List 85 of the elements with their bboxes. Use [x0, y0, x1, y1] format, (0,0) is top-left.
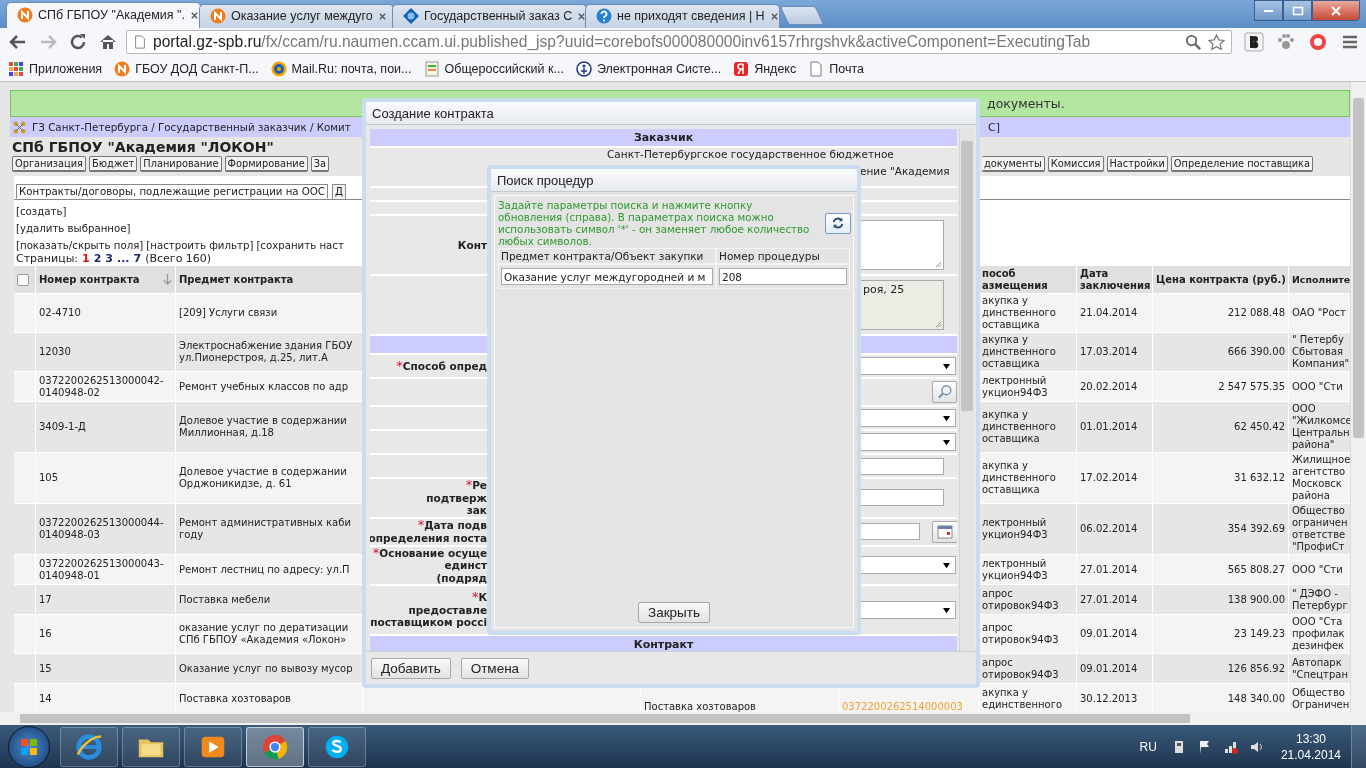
table-cell: Электроснабжение здания ГБОУ ул.Пионерстроя, д.25, лит.А — [179, 340, 353, 364]
url-text: portal.gz-spb.ru/fx/ccam/ru.naumen.ccam.ui.published_jsp?uuid=corebofs000080000inv6157rhrgshvk&activeComponent=ExecutingTab — [153, 33, 1092, 52]
table-cell: акупка у динственного оставщика — [982, 334, 1056, 370]
table-cell: " ДЭФО - Петербург — [1292, 587, 1348, 612]
field-label: *К предоставле поставщиком россі — [370, 591, 487, 629]
customer-name: ение "Академия — [860, 164, 950, 179]
table-cell: 105 — [39, 472, 59, 484]
field-label: *Ре подтверж зак — [426, 479, 487, 517]
table-cell: 20.02.2014 — [1080, 380, 1138, 393]
table-cell: 17 — [39, 593, 52, 606]
dialog-title: Создание контракта — [372, 105, 494, 121]
table-cell: 565 808.27 — [1227, 563, 1285, 576]
table-cell: 2 547 575.35 — [1218, 380, 1285, 393]
table-cell: 09.01.2014 — [1080, 662, 1138, 675]
pager-label: Страницы: — [16, 252, 79, 265]
table-cell: лектронный укцион94Ф3 — [982, 557, 1048, 582]
table-cell: 126 856.92 — [1227, 662, 1285, 675]
table-cell: 21.04.2014 — [1080, 307, 1138, 319]
table-cell: 09.01.2014 — [1080, 628, 1138, 640]
table-cell: 23 149.23 — [1234, 628, 1285, 640]
table-cell: 212 088.48 — [1227, 307, 1285, 319]
table-cell: 27.01.2014 — [1080, 593, 1138, 606]
table-cell: лектронный укцион94Ф3 — [982, 374, 1048, 399]
table-cell: 30.12.2013 — [1080, 692, 1138, 705]
table-cell: ООО "Ста профилак дезинфек — [1292, 616, 1345, 652]
table-cell: 31 632.12 — [1234, 472, 1285, 484]
table-cell: Поставка хозтоваров — [644, 701, 756, 712]
table-cell: 14 — [39, 692, 52, 705]
table-cell: 27.01.2014 — [1080, 563, 1138, 576]
field-label: *Основание осуще единст (подряд — [372, 546, 487, 584]
table-cell: 666 390.00 — [1227, 346, 1285, 358]
table-cell: акупка у динственного оставщика — [982, 460, 1056, 496]
table-cell: Ремонт административных каби году — [179, 517, 351, 541]
section-title: Контракт — [633, 638, 694, 651]
table-cell: Жилищное агентство Московск района — [1292, 454, 1350, 502]
table-cell: ООО "Сти — [1292, 380, 1343, 393]
hint-text: Задайте параметры поиска и нажмите кнопку обновления (справа). В параметрах поиска можно использовать символ '*' - он заменяет любое количество любых символов. — [498, 199, 811, 247]
table-cell: 01.01.2014 — [1080, 421, 1138, 433]
table-cell: оказание услуг по дератизации СПб ГБПОУ «Академия «Локон» — [179, 622, 349, 646]
table-cell: 17.02.2014 — [1080, 472, 1138, 484]
table-cell: Поставка хозтоваров — [179, 692, 291, 705]
table-cell: апрос отировок94Ф3 — [982, 587, 1059, 612]
table-cell: Общество Ограничен — [1292, 686, 1350, 711]
notice-text: документы. — [986, 96, 1066, 111]
table-cell: 12030 — [39, 346, 71, 358]
table-cell: Общество ограничен ответстве "ПрофиСт — [1292, 505, 1348, 553]
table-cell: 354 392.69 — [1227, 523, 1285, 535]
field-label: *Способ опред — [396, 359, 487, 373]
table-cell: 17.03.2014 — [1080, 346, 1138, 358]
table-cell: 3409-1-Д — [39, 421, 86, 433]
total-count: (Всего 160) — [145, 252, 212, 265]
table-cell: Ремонт учебных классов по адр — [179, 380, 349, 393]
table-cell: акупка у единственного — [982, 686, 1063, 711]
table-cell: 148 340.00 — [1227, 692, 1285, 705]
field-value: роя, 25 — [863, 283, 905, 296]
table-cell: 16 — [39, 628, 52, 640]
dialog-title: Поиск процедур — [497, 172, 594, 188]
table-cell: акупка у динственного оставщика — [982, 409, 1056, 445]
table-cell: лектронный укцион94Ф3 — [982, 517, 1048, 541]
column-header: Номер процедуры — [716, 248, 850, 264]
table-cell: Ремонт лестниц по адресу: ул.П — [179, 563, 350, 576]
table-cell: 0372200262513000043- 0140948-01 — [39, 557, 164, 582]
table-cell: Долевое участие в содержании Миллионная, д.18 — [179, 415, 347, 439]
table-cell: Поставка мебели — [179, 593, 271, 606]
section-title: Заказчик — [633, 131, 694, 144]
table-cell: Оказание услуг по вывозу мусор — [179, 662, 353, 675]
field-label: Конт — [457, 238, 487, 252]
table-cell: апрос отировок94Ф3 — [982, 656, 1059, 681]
table-cell: ООО "Сти — [1292, 563, 1343, 576]
table-cell: 02-4710 — [39, 307, 81, 319]
table-cell: 0372200262513000042- 0140948-02 — [39, 374, 164, 399]
organization-title: СПб ГБПОУ "Академия "ЛОКОН" — [11, 138, 274, 156]
table-cell: ОАО "Рост — [1292, 307, 1346, 319]
customer-name: Санкт-Петербургское государственное бюджетное — [607, 148, 894, 162]
column-header: Предмет контракта/Объект закупки — [498, 248, 716, 264]
table-cell: Автопарк "Спецтран — [1292, 656, 1348, 681]
table-cell: 138 900.00 — [1227, 593, 1285, 606]
table-cell: 0372200262513000044- 0140948-03 — [39, 517, 164, 541]
table-cell: 62 450.42 — [1234, 421, 1285, 433]
table-cell: апрос отировок94Ф3 — [982, 622, 1059, 646]
table-cell: 15 — [39, 662, 52, 675]
table-cell: " Петербу Сбытовая Компания" — [1292, 334, 1350, 370]
table-cell: 06.02.2014 — [1080, 523, 1138, 535]
table-cell: [209] Услуги связи — [179, 307, 278, 319]
table-cell: Долевое участие в содержании Орджоникидзе, д. 61 — [179, 466, 347, 490]
